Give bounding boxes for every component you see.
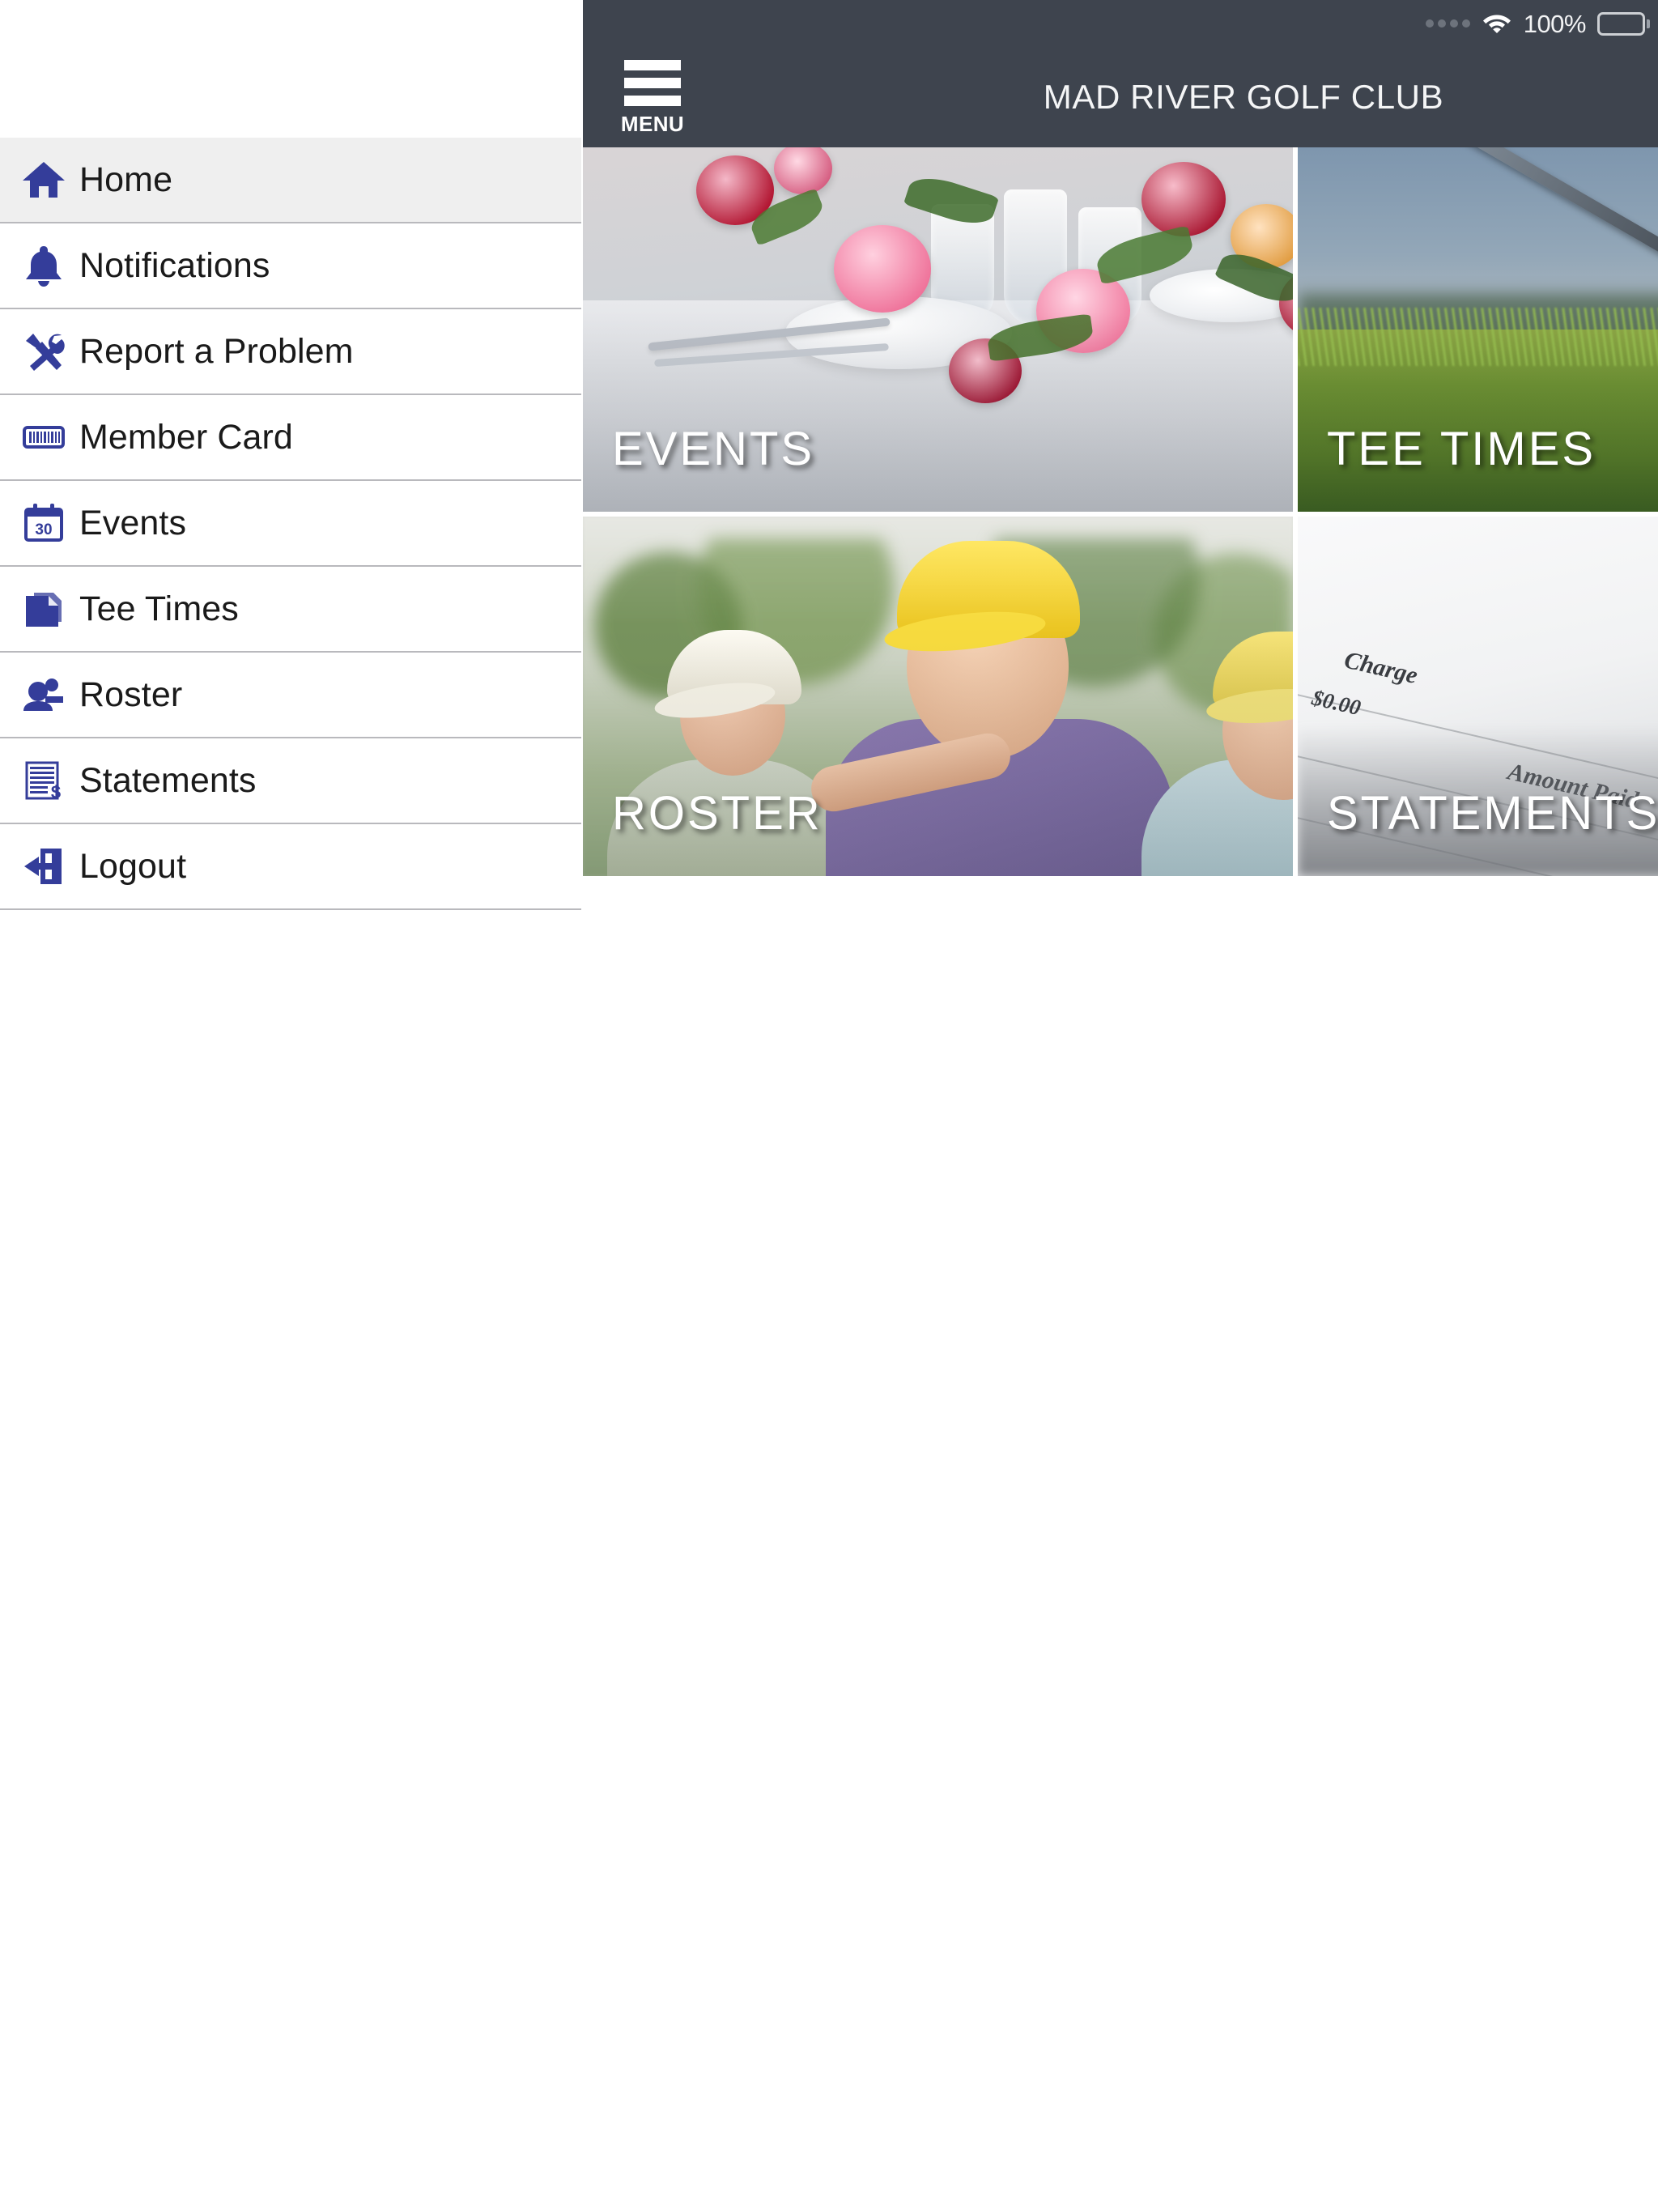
sidebar-item-report-a-problem[interactable]: Report a Problem [0,309,581,395]
sidebar-item-label: Statements [79,760,257,800]
barcode-icon [18,411,70,463]
menu-bar-1 [624,60,681,70]
sidebar-item-label: Tee Times [79,589,239,628]
bell-icon [18,240,70,291]
signal-strength-icon [1425,19,1470,28]
sidebar-item-label: Events [79,503,187,542]
sidebar-item-member-card[interactable]: Member Card [0,395,581,481]
svg-text:$: $ [51,782,61,802]
sidebar-item-home[interactable]: Home [0,138,581,223]
app-bar: MENU MAD RIVER GOLF CLUB [583,47,1658,147]
calendar-30-icon: 30 [18,497,70,549]
tile-statements[interactable]: Charge $0.00 Amount Paid $0.00 Amount Pa… [1298,512,1658,876]
battery-icon [1597,11,1650,36]
tile-events[interactable]: EVENTS [583,147,1293,512]
tile-label: ROSTER [612,787,823,840]
sidebar-item-label: Notifications [79,245,270,285]
tile-label: TEE TIMES [1327,423,1596,475]
home-icon [18,154,70,206]
sidebar-item-logout[interactable]: Logout [0,824,581,910]
tile-label: STATEMENTS [1327,787,1658,840]
svg-text:30: 30 [35,521,52,538]
invoice-icon: $ [18,755,70,806]
tools-icon [18,325,70,377]
tile-label: EVENTS [612,423,815,475]
status-bar: 100% [583,0,1658,47]
app-root: Home Notifications Report a Problem Memb… [0,0,1658,2212]
sidebar-item-tee-times[interactable]: Tee Times [0,567,581,653]
sidebar-item-label: Report a Problem [79,331,354,371]
sidebar-item-roster[interactable]: Roster [0,653,581,738]
page-title: MAD RIVER GOLF CLUB [1043,78,1444,116]
page-body-blank [583,876,1658,2212]
tile-row: EVENTS TEE TIMES [583,147,1658,512]
sidebar-item-notifications[interactable]: Notifications [0,223,581,309]
sidebar-item-label: Logout [79,846,187,886]
sidebar-item-label: Member Card [79,417,293,457]
people-icon [18,669,70,721]
status-bar-indicators: 100% [1425,9,1650,38]
sidebar-item-label: Roster [79,674,183,714]
wifi-icon [1482,11,1512,37]
logout-arrow-icon [18,840,70,892]
sidebar-item-events[interactable]: 30 Events [0,481,581,567]
tile-tee-times[interactable]: TEE TIMES [1298,147,1658,512]
documents-icon [18,583,70,635]
sidebar-item-statements[interactable]: $ Statements [0,738,581,824]
battery-percent-label: 100% [1523,9,1587,38]
navigation-drawer: Home Notifications Report a Problem Memb… [0,0,581,2212]
home-tile-grid: EVENTS TEE TIMES ROSTER Charge $0.00 STA… [583,147,1658,876]
sidebar-item-label: Home [79,160,173,199]
drawer-top-spacer [0,0,581,138]
tile-row: ROSTER Charge $0.00 Amount Paid $0.00 Am… [583,512,1658,876]
content-panel: 100% MENU MAD RIVER GOLF CLUB EVENTS TEE… [583,0,1658,2212]
tile-roster[interactable]: ROSTER [583,512,1293,876]
